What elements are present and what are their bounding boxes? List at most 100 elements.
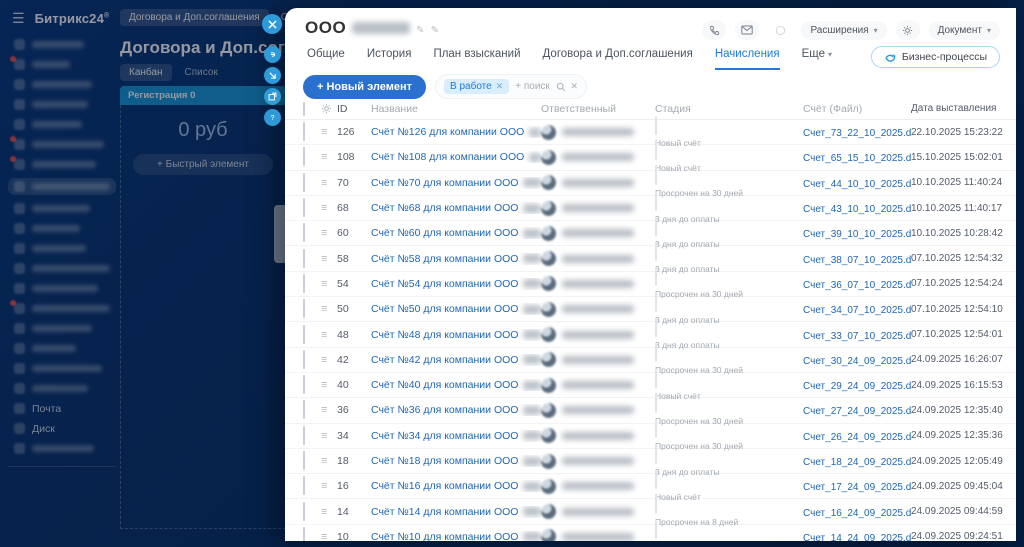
stage-progress-bar[interactable] (655, 267, 657, 287)
row-checkbox[interactable] (303, 223, 305, 243)
row-actions-icon[interactable]: ≡ (321, 126, 327, 138)
file-link[interactable]: Счет_38_07_10_2025.docx (803, 255, 911, 266)
business-processes-button[interactable]: Бизнес-процессы (870, 46, 1000, 68)
minimize-arrow-icon[interactable] (263, 67, 281, 84)
stage-progress-bar[interactable] (655, 495, 657, 515)
document-dropdown[interactable]: Документ ▾ (928, 20, 1000, 40)
tab-contracts[interactable]: Договора и Доп.соглашения (543, 48, 693, 70)
help-icon[interactable]: ? (263, 109, 281, 126)
stage-progress-bar[interactable] (655, 393, 657, 413)
file-link[interactable]: Счет_39_10_10_2025.docx (803, 229, 911, 240)
row-actions-icon[interactable]: ≡ (321, 303, 327, 315)
invoice-link[interactable]: Счёт №10 для компании ООО (371, 531, 518, 541)
extensions-dropdown[interactable]: Расширения ▾ (801, 20, 887, 40)
stage-progress-bar[interactable] (655, 368, 657, 388)
stage-progress-bar[interactable] (655, 469, 657, 489)
new-item-button[interactable]: + Новый элемент (303, 74, 427, 99)
col-header-name[interactable]: Название (371, 103, 541, 115)
row-checkbox[interactable] (303, 501, 305, 521)
select-all-checkbox[interactable] (303, 101, 305, 116)
row-checkbox[interactable] (303, 273, 305, 293)
invoice-link[interactable]: Счёт №42 для компании ООО (371, 354, 518, 366)
filter-chip-in-progress[interactable]: В работе ✕ (444, 79, 510, 94)
row-actions-icon[interactable]: ≡ (321, 506, 327, 518)
grid-settings-gear-icon[interactable] (321, 103, 332, 114)
col-header-responsible[interactable]: Ответственный (541, 103, 655, 115)
stage-progress-bar[interactable] (655, 242, 657, 262)
row-checkbox[interactable] (303, 198, 305, 218)
invoice-link[interactable]: Счёт №126 для компании ООО (371, 126, 524, 138)
tab-charges[interactable]: Начисления (714, 48, 780, 70)
col-header-file[interactable]: Счёт (Файл) (803, 103, 911, 115)
file-link[interactable]: Счет_26_24_09_2025.docx (803, 432, 911, 443)
stage-progress-bar[interactable] (655, 419, 657, 439)
stage-progress-bar[interactable] (655, 318, 657, 338)
invoice-link[interactable]: Счёт №60 для компании ООО (371, 227, 518, 239)
row-checkbox[interactable] (303, 147, 305, 167)
row-actions-icon[interactable]: ≡ (321, 531, 327, 541)
row-actions-icon[interactable]: ≡ (321, 329, 327, 341)
stage-progress-bar[interactable] (655, 115, 657, 135)
row-checkbox[interactable] (303, 122, 305, 142)
row-actions-icon[interactable]: ≡ (321, 202, 327, 214)
file-link[interactable]: Счет_14_24_09_2025.docx (803, 533, 911, 541)
invoice-link[interactable]: Счёт №40 для компании ООО (371, 379, 518, 391)
edit-pencil-icon-2[interactable]: ✎ (431, 25, 439, 36)
row-checkbox[interactable] (303, 526, 305, 541)
stage-progress-bar[interactable] (655, 191, 657, 211)
stage-progress-bar[interactable] (655, 216, 657, 236)
row-actions-icon[interactable]: ≡ (321, 455, 327, 467)
phone-icon[interactable] (702, 20, 727, 40)
file-link[interactable]: Счет_34_07_10_2025.docx (803, 305, 911, 316)
row-checkbox[interactable] (303, 349, 305, 369)
row-checkbox[interactable] (303, 476, 305, 496)
mail-icon[interactable] (735, 20, 760, 40)
tab-recovery-plan[interactable]: План взысканий (433, 48, 520, 70)
tab-history[interactable]: История (367, 48, 412, 70)
file-link[interactable]: Счет_36_07_10_2025.docx (803, 280, 911, 291)
col-header-stage[interactable]: Стадия (655, 103, 803, 115)
invoice-link[interactable]: Счёт №48 для компании ООО (371, 329, 518, 341)
file-link[interactable]: Счет_17_24_09_2025.docx (803, 482, 911, 493)
row-checkbox[interactable] (303, 425, 305, 445)
open-new-window-icon[interactable] (263, 88, 281, 105)
clear-search-icon[interactable]: ✕ (570, 81, 578, 92)
row-actions-icon[interactable]: ≡ (321, 404, 327, 416)
invoice-link[interactable]: Счёт №58 для компании ООО (371, 253, 518, 265)
file-link[interactable]: Счет_18_24_09_2025.docx (803, 457, 911, 468)
row-actions-icon[interactable]: ≡ (321, 379, 327, 391)
row-checkbox[interactable] (303, 451, 305, 470)
invoice-link[interactable]: Счёт №16 для компании ООО (371, 480, 518, 492)
tab-more[interactable]: Еще ▾ (802, 48, 832, 70)
row-actions-icon[interactable]: ≡ (321, 227, 327, 239)
row-actions-icon[interactable]: ≡ (321, 253, 327, 265)
file-link[interactable]: Счет_30_24_09_2025.docx (803, 356, 911, 367)
stage-progress-bar[interactable] (655, 343, 657, 363)
filter-search-input[interactable]: В работе ✕ + поиск ✕ (435, 74, 588, 99)
file-link[interactable]: Счет_27_24_09_2025.docx (803, 406, 911, 417)
invoice-link[interactable]: Счёт №70 для компании ООО (371, 177, 518, 189)
row-actions-icon[interactable]: ≡ (321, 430, 327, 442)
invoice-link[interactable]: Счёт №50 для компании ООО (371, 303, 518, 315)
chip-remove-icon[interactable]: ✕ (496, 81, 504, 92)
invoice-link[interactable]: Счёт №54 для компании ООО (371, 278, 518, 290)
row-checkbox[interactable] (303, 324, 305, 344)
stage-progress-bar[interactable] (655, 292, 657, 312)
row-checkbox[interactable] (303, 375, 305, 395)
file-link[interactable]: Счет_16_24_09_2025.docx (803, 508, 911, 519)
stage-progress-bar[interactable] (655, 444, 657, 464)
invoice-link[interactable]: Счёт №14 для компании ООО (371, 506, 518, 518)
row-checkbox[interactable] (303, 400, 305, 420)
stage-progress-bar[interactable] (655, 166, 657, 186)
row-actions-icon[interactable]: ≡ (321, 177, 327, 189)
row-actions-icon[interactable]: ≡ (321, 151, 327, 163)
row-actions-icon[interactable]: ≡ (321, 278, 327, 290)
invoice-link[interactable]: Счёт №18 для компании ООО (371, 455, 518, 467)
stage-progress-bar[interactable] (655, 140, 657, 160)
col-header-date[interactable]: Дата выставления (911, 103, 1016, 114)
file-link[interactable]: Счет_33_07_10_2025.docx (803, 331, 911, 342)
row-checkbox[interactable] (303, 248, 305, 268)
stage-progress-bar[interactable] (655, 520, 657, 540)
file-link[interactable]: Счет_43_10_10_2025.docx (803, 204, 911, 215)
file-link[interactable]: Счет_65_15_10_2025.docx (803, 153, 911, 164)
